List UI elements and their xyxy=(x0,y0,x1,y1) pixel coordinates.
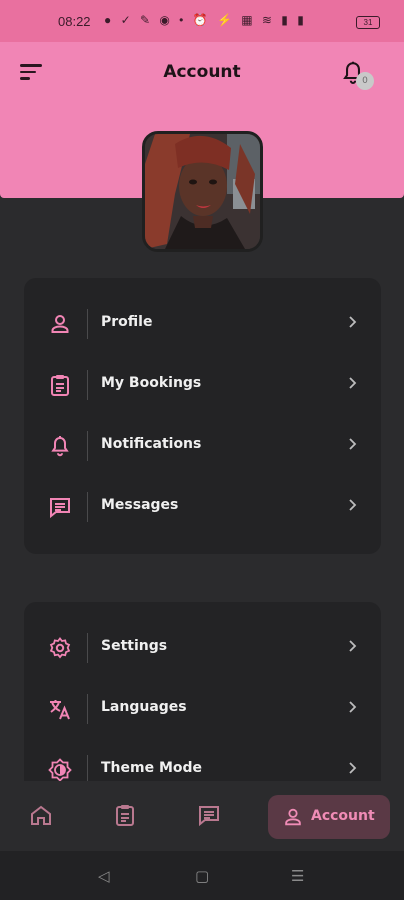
battery-icon: 31 xyxy=(356,16,380,29)
person-icon xyxy=(282,806,304,828)
notifications-button[interactable]: 0 xyxy=(340,60,374,90)
home-icon xyxy=(31,805,51,825)
back-icon[interactable]: ◁ xyxy=(98,867,110,885)
chevron-right-icon xyxy=(347,760,359,776)
chevron-right-icon xyxy=(347,497,359,513)
chevron-right-icon xyxy=(347,314,359,330)
nav-home-button[interactable] xyxy=(29,803,57,831)
avatar-photo xyxy=(145,134,260,249)
preferences-menu-card: Settings Languages Theme Mode xyxy=(24,602,381,792)
system-navigation-bar: ◁ ▢ ☰ xyxy=(0,851,404,900)
account-menu-card: Profile My Bookings Notifications Messag… xyxy=(24,278,381,554)
item-divider xyxy=(87,492,88,522)
chevron-right-icon xyxy=(347,436,359,452)
nav-messages-button[interactable] xyxy=(197,803,225,831)
notification-badge: 0 xyxy=(356,72,374,90)
clipboard-icon xyxy=(48,373,72,397)
menu-item-languages[interactable]: Languages xyxy=(24,679,381,740)
item-divider xyxy=(87,309,88,339)
message-icon xyxy=(199,806,219,827)
message-icon xyxy=(48,495,72,519)
item-divider xyxy=(87,370,88,400)
bell-icon xyxy=(48,434,72,458)
status-bar: 08:22 ● ✓ ✎ ◉ • ⏰ ⚡ ▦ ≋ ▮ ▮ 31 xyxy=(0,0,404,42)
nav-account-label: Account xyxy=(311,808,375,824)
home-square-icon[interactable]: ▢ xyxy=(195,867,209,885)
menu-item-profile[interactable]: Profile xyxy=(24,294,381,355)
nav-account-button[interactable]: Account xyxy=(268,795,390,839)
menu-item-notifications[interactable]: Notifications xyxy=(24,416,381,477)
gear-icon xyxy=(48,636,72,660)
menu-item-label: Messages xyxy=(101,497,179,513)
item-divider xyxy=(87,633,88,663)
theme-icon xyxy=(48,758,72,782)
status-time: 08:22 xyxy=(58,14,91,29)
menu-item-label: Profile xyxy=(101,314,153,330)
chevron-right-icon xyxy=(347,375,359,391)
menu-item-settings[interactable]: Settings xyxy=(24,618,381,679)
menu-item-label: My Bookings xyxy=(101,375,202,391)
item-divider xyxy=(87,431,88,461)
menu-item-label: Languages xyxy=(101,699,187,715)
clipboard-icon xyxy=(116,805,134,826)
item-divider xyxy=(87,694,88,724)
bottom-navigation: Account xyxy=(0,781,404,851)
menu-item-messages[interactable]: Messages xyxy=(24,477,381,538)
avatar[interactable] xyxy=(142,131,263,252)
nav-bookings-button[interactable] xyxy=(113,803,141,831)
menu-item-label: Notifications xyxy=(101,436,202,452)
menu-item-label: Theme Mode xyxy=(101,760,203,776)
menu-item-label: Settings xyxy=(101,638,168,654)
chevron-right-icon xyxy=(347,699,359,715)
chevron-right-icon xyxy=(347,638,359,654)
status-icons: ● ✓ ✎ ◉ • ⏰ ⚡ ▦ ≋ ▮ ▮ xyxy=(104,13,307,27)
translate-icon xyxy=(48,697,72,721)
person-icon xyxy=(48,312,72,336)
recents-icon[interactable]: ☰ xyxy=(291,867,304,885)
menu-item-my-bookings[interactable]: My Bookings xyxy=(24,355,381,416)
